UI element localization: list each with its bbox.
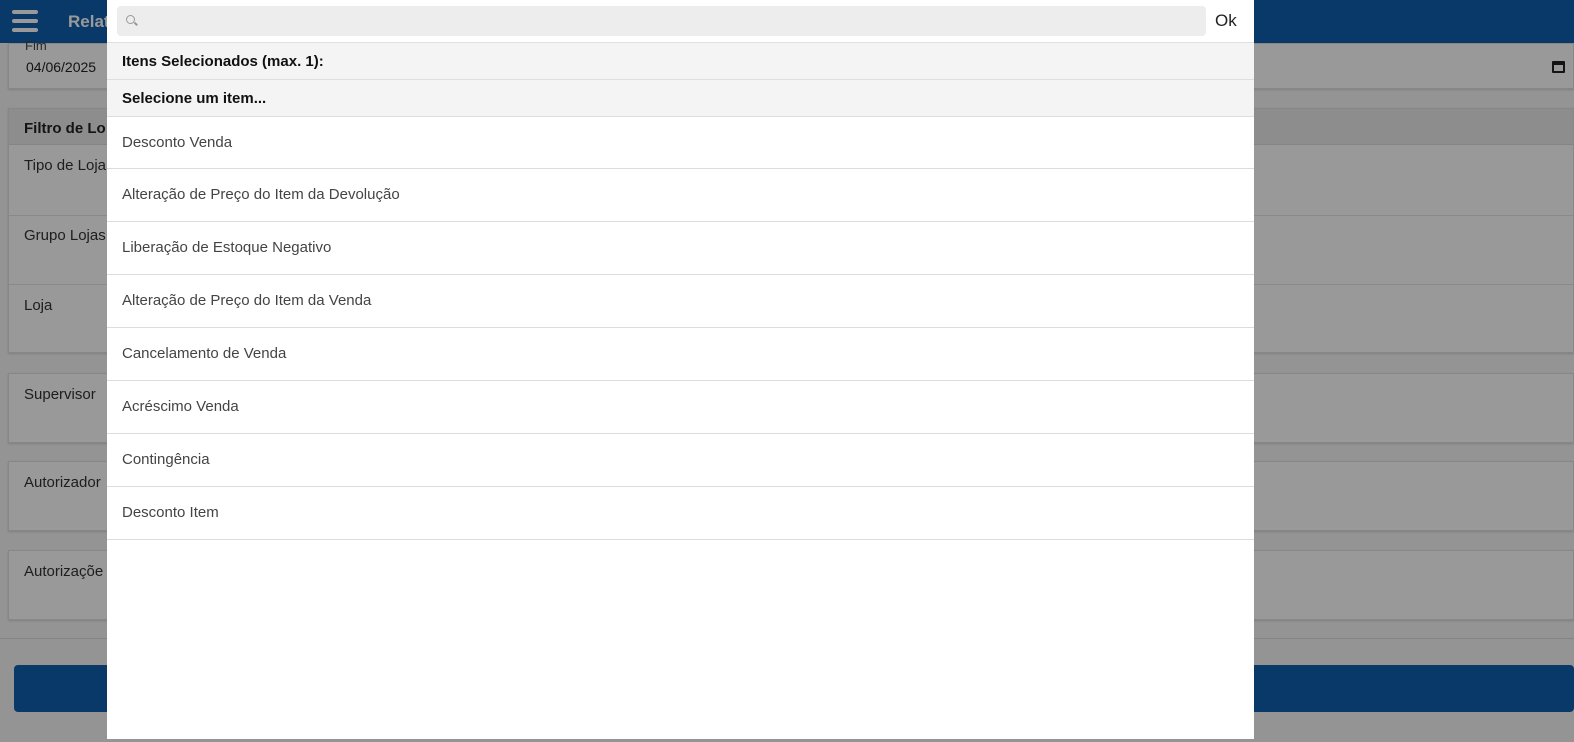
search-input[interactable] xyxy=(143,10,1198,32)
selected-items-header: Itens Selecionados (max. 1): xyxy=(107,43,1254,80)
option-alteracao-preco-devolucao[interactable]: Alteração de Preço do Item da Devolução xyxy=(107,169,1254,222)
ok-button[interactable]: Ok xyxy=(1215,11,1237,31)
option-acrescimo-venda[interactable]: Acréscimo Venda xyxy=(107,381,1254,434)
search-icon xyxy=(126,15,135,24)
option-desconto-item[interactable]: Desconto Item xyxy=(107,487,1254,540)
item-selector-modal: Ok Itens Selecionados (max. 1): Selecion… xyxy=(107,0,1254,739)
option-contingencia[interactable]: Contingência xyxy=(107,434,1254,487)
search-box[interactable] xyxy=(117,6,1206,36)
select-item-header: Selecione um item... xyxy=(107,80,1254,117)
option-alteracao-preco-venda[interactable]: Alteração de Preço do Item da Venda xyxy=(107,275,1254,328)
option-desconto-venda[interactable]: Desconto Venda xyxy=(107,117,1254,169)
search-bar: Ok xyxy=(107,0,1254,43)
option-cancelamento-venda[interactable]: Cancelamento de Venda xyxy=(107,328,1254,381)
option-liberacao-estoque-negativo[interactable]: Liberação de Estoque Negativo xyxy=(107,222,1254,275)
options-list: Desconto Venda Alteração de Preço do Ite… xyxy=(107,117,1254,540)
